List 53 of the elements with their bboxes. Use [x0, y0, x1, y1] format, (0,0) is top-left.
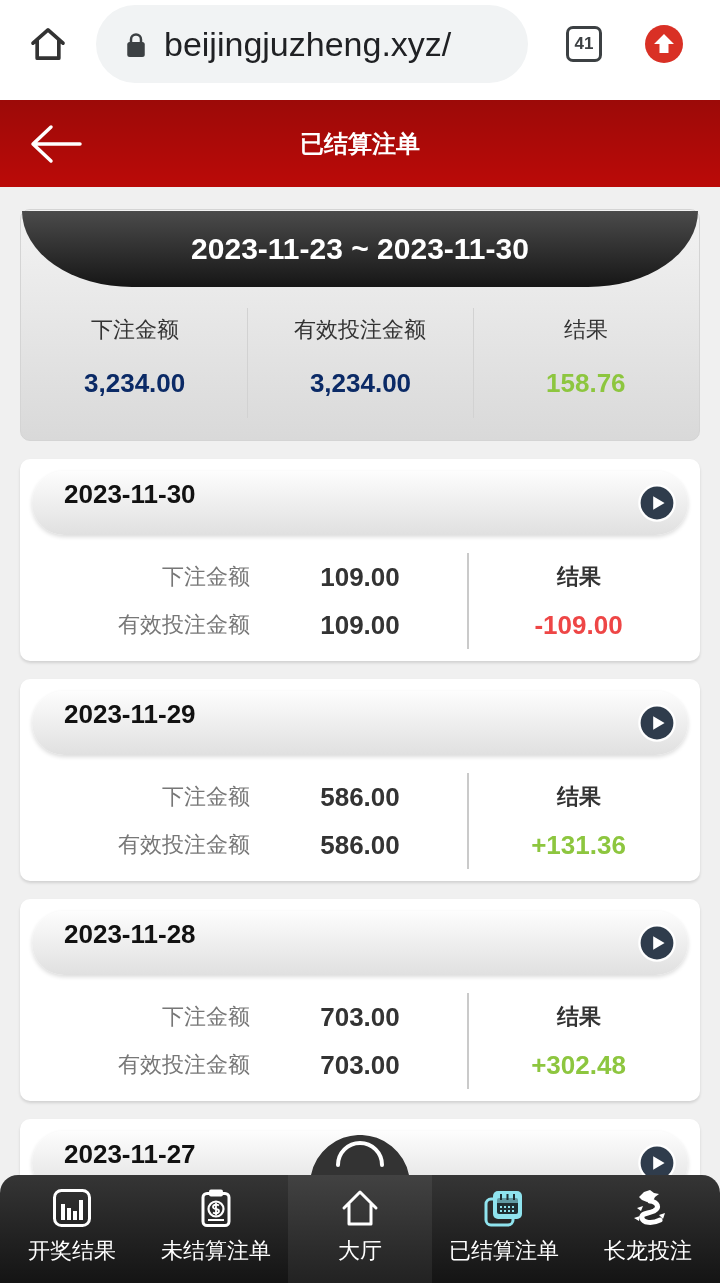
day-header[interactable]: 2023-11-28: [32, 911, 688, 975]
date-text: 2023-11-27: [64, 1139, 196, 1169]
stat-label: 有效投注金额: [294, 316, 427, 344]
row-label: 下注金额: [162, 563, 250, 591]
result-value: +131.36: [531, 829, 626, 862]
stat-label: 下注金额: [90, 316, 179, 344]
bar-chart-icon: [52, 1188, 92, 1228]
arc-button[interactable]: [310, 1135, 410, 1175]
row-label: 有效投注金额: [118, 611, 250, 639]
row-value: 703.00: [320, 1049, 400, 1081]
row-value: 109.00: [320, 561, 400, 593]
row-value: 109.00: [320, 609, 400, 641]
row-label: 下注金额: [162, 1003, 250, 1031]
play-icon[interactable]: [638, 1144, 676, 1175]
result-value: -109.00: [534, 609, 623, 642]
nav-tab[interactable]: 长龙投注: [576, 1175, 720, 1283]
nav-tab[interactable]: 已结算注单: [432, 1175, 576, 1283]
date-text: 2023-11-29: [64, 699, 196, 729]
result-label: 结果: [556, 1003, 601, 1031]
stat-value: 3,234.00: [84, 367, 186, 400]
nav-tab[interactable]: 未结算注单: [144, 1175, 288, 1283]
result-value: +302.48: [531, 1049, 626, 1082]
play-icon[interactable]: [638, 924, 676, 962]
address-bar[interactable]: beijingjuzheng.xyz/: [96, 5, 528, 83]
left-arrow-icon: [30, 123, 82, 164]
row-value: 703.00: [320, 1001, 400, 1033]
row-label: 有效投注金额: [118, 1051, 250, 1079]
stat-label: 结果: [563, 316, 608, 344]
stat-value: 158.76: [546, 367, 626, 400]
nav-tab[interactable]: 开奖结果: [0, 1175, 144, 1283]
row-label: 下注金额: [162, 783, 250, 811]
row-value: 586.00: [320, 829, 400, 861]
stat-value: 3,234.00: [309, 367, 412, 400]
play-icon[interactable]: [638, 484, 676, 522]
result-label: 结果: [556, 563, 601, 591]
page-title: 已结算注单: [300, 128, 420, 159]
url-text: beijingjuzheng.xyz/: [164, 24, 452, 64]
date-text: 2023-11-28: [64, 919, 196, 949]
date-range-text: 2023-11-23 ~ 2023-11-30: [191, 232, 529, 266]
calendar-cards-icon: [484, 1188, 524, 1228]
play-icon[interactable]: [638, 704, 676, 742]
lock-icon: [126, 31, 146, 57]
nav-tab[interactable]: 大厅: [288, 1175, 432, 1283]
back-button[interactable]: [30, 123, 82, 164]
day-header[interactable]: 2023-11-29: [32, 691, 688, 755]
date-text: 2023-11-30: [64, 479, 196, 509]
day-header[interactable]: 2023-11-27: [32, 1131, 688, 1175]
day-header[interactable]: 2023-11-30: [32, 471, 688, 535]
row-label: 有效投注金额: [118, 831, 250, 859]
tab-count-button[interactable]: 41: [566, 26, 602, 62]
home-icon: [340, 1188, 380, 1228]
result-label: 结果: [556, 783, 601, 811]
row-value: 586.00: [320, 781, 400, 813]
